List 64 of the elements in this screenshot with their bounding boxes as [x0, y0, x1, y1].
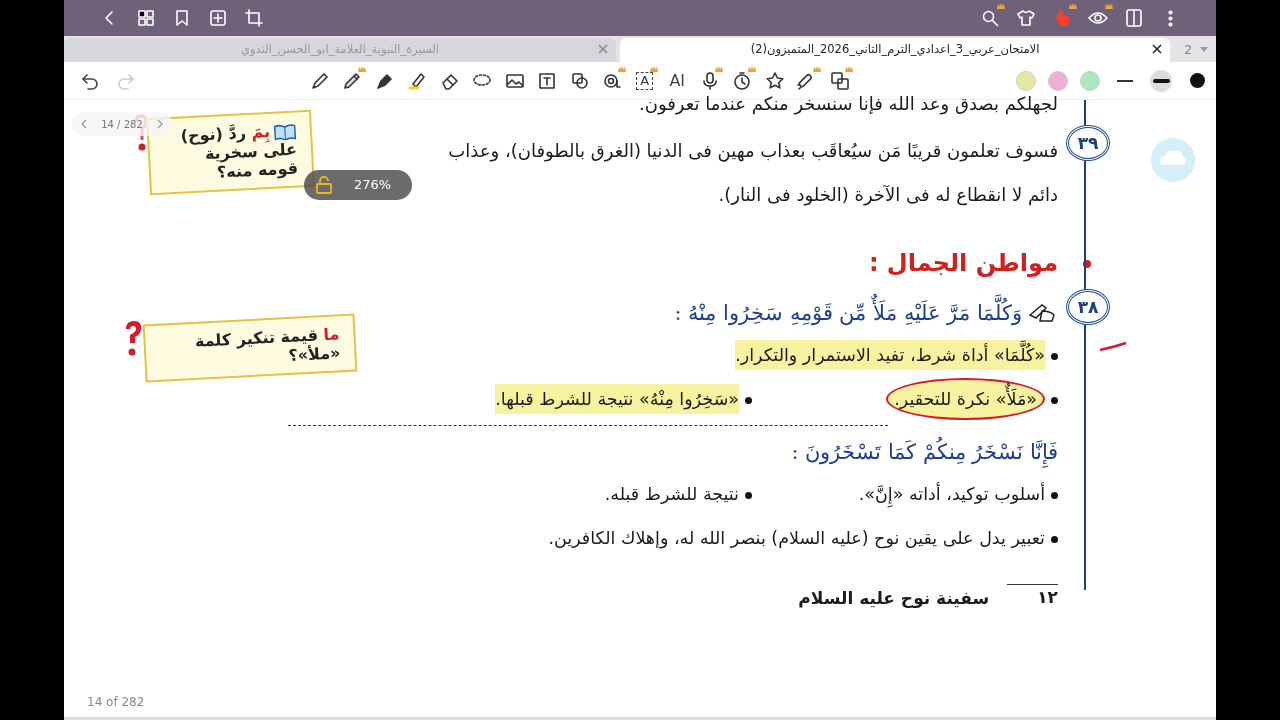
bullet-text: نتيجة للشرط قبله. — [604, 484, 739, 504]
bullet-text: «مَلَأٌ» نكرة للتحقير. — [886, 378, 1045, 420]
timer-icon — [732, 70, 753, 91]
more-icon — [1167, 9, 1173, 27]
book-icon — [273, 123, 297, 141]
page-indicator: 14 of 282 — [87, 694, 145, 711]
tab[interactable]: الامتحان_عربي_3_اعدادي_الترم_التاني_2026_المتميزون(2) — [620, 38, 1170, 62]
line-icon — [1152, 78, 1170, 83]
bullet-icon — [1051, 352, 1058, 360]
add-icon — [208, 8, 228, 28]
page-navigator[interactable]: 14 / 282 — [72, 112, 172, 136]
grid-icon — [136, 8, 156, 28]
bullet-icon — [1051, 396, 1058, 404]
section-heading: مواطن الجمال : — [867, 248, 1058, 279]
dot-icon — [1189, 73, 1205, 88]
crown-icon — [650, 65, 658, 72]
color-swatch[interactable] — [1016, 70, 1036, 91]
paragraph: فسوف تعلمون قريبًا مَن سيُعاقَب بعذاب مهين فى الدنيا (الغرق بالطوفان)، وعذاب دائم لا انقطاع له فى الآخرة (الخلود فى النار). — [447, 139, 1058, 208]
bullet-icon — [1051, 535, 1058, 543]
color-swatch[interactable] — [1080, 70, 1100, 91]
translate-icon — [829, 70, 850, 91]
bullet-icon — [1051, 491, 1058, 499]
pen-icon — [309, 70, 330, 91]
verse-text: وَكُلَّمَا مَرَّ عَلَيْهِ مَلَأٌ مِّن قَوْمِهِ سَخِرُوا مِنْهُ : — [674, 293, 1022, 333]
search-icon — [980, 8, 1000, 28]
highlighter-icon — [407, 70, 428, 91]
note-text: ما قيمة تنكير كلمة «ملأ»؟ — [194, 324, 341, 365]
panel-icon — [1124, 8, 1144, 28]
unlocked-lock-icon — [316, 176, 332, 194]
crown-icon — [812, 65, 821, 72]
writing-hand-icon — [1028, 301, 1058, 325]
pencil-icon — [342, 70, 363, 91]
bullet-text: «كُلَّمَا» أداة شرط، تفيد الاستمرار والتكرار. — [735, 340, 1045, 370]
crown-icon — [357, 65, 366, 72]
page-number: ١٢ — [1007, 584, 1058, 612]
text-recognition-button[interactable]: A — [628, 65, 661, 96]
zoom-indicator: 276% — [304, 170, 412, 200]
bullet-icon — [745, 396, 752, 404]
crown-icon — [715, 65, 723, 72]
shirt-icon — [1016, 8, 1036, 28]
crown-icon — [617, 65, 626, 72]
previous-icon[interactable] — [80, 119, 88, 129]
crown-icon — [1069, 3, 1077, 9]
next-icon[interactable] — [156, 119, 164, 129]
star-icon — [764, 70, 785, 91]
note-text: بِمَ ردَّ (نوح) على سخرية قومه منه؟ — [180, 120, 299, 182]
crown-icon — [1105, 3, 1113, 9]
text-box-icon — [537, 70, 558, 91]
bullet-text: تعبير يدل على يقين نوح (عليه السلام) بنصر الله له، وإهلاك الكافرين. — [548, 528, 1045, 548]
chapter-title: سفينة نوح عليه السلام — [798, 587, 990, 610]
bullet-text: «سَخِرُوا مِنْهُ» نتيجة للشرط قبلها. — [495, 384, 739, 414]
crown-icon — [845, 65, 853, 72]
line-icon — [1117, 79, 1133, 82]
crop-icon — [244, 8, 264, 28]
verse-text: فَإِنَّا نَسْخَرُ مِنكُمْ كَمَا تَسْخَرُونَ : — [791, 432, 1058, 472]
ai-button[interactable]: AI — [661, 65, 694, 96]
stroke-button[interactable] — [1150, 69, 1172, 92]
bullet-icon — [745, 491, 752, 499]
color-swatch[interactable] — [1048, 70, 1068, 91]
crown-icon — [997, 3, 1005, 9]
shapes-icon — [569, 70, 590, 91]
verse-number: ٣٩ — [1066, 125, 1110, 161]
crown-icon — [747, 65, 756, 72]
close-icon[interactable] — [1152, 44, 1162, 54]
